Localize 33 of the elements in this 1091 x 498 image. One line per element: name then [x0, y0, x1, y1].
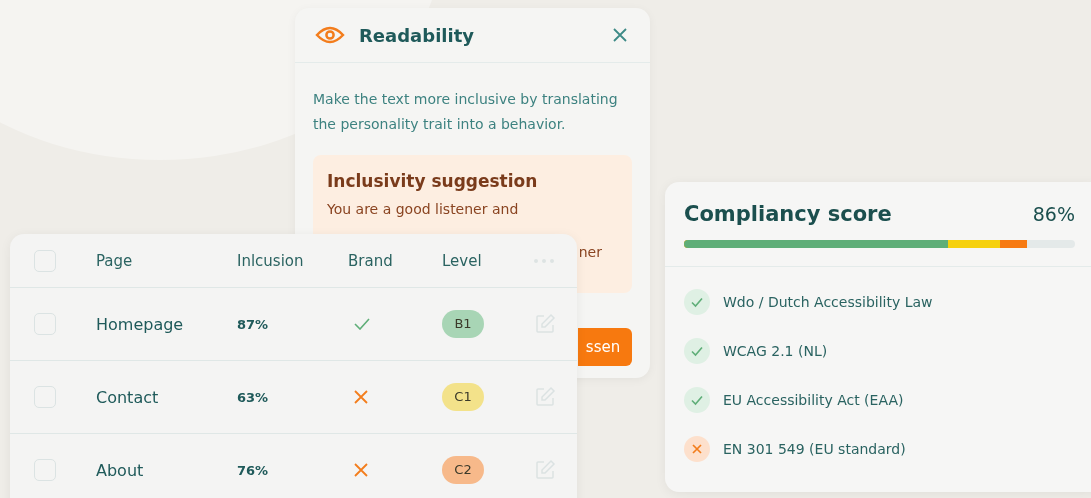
regulation-label: WCAG 2.1 (NL)	[723, 343, 828, 359]
column-header: Brand	[348, 251, 393, 270]
inclusion-score: 63%	[237, 389, 269, 405]
level-badge: C2	[442, 456, 484, 484]
regulation-label: Wdo / Dutch Accessibility Law	[723, 294, 933, 310]
suggestion-text: ner	[578, 244, 602, 260]
column-header: Page	[96, 251, 133, 270]
popup-title: Readability	[359, 24, 475, 46]
card-title: Compliancy score	[684, 202, 892, 226]
inclusion-score: 76%	[237, 462, 269, 478]
eye-icon	[315, 25, 345, 45]
regulation-label: EN 301 549 (EU standard)	[723, 441, 906, 457]
column-header: Level	[442, 251, 482, 270]
edit-icon[interactable]	[534, 386, 556, 408]
row-checkbox[interactable]	[34, 386, 56, 408]
level-badge: B1	[442, 310, 484, 338]
row-checkbox[interactable]	[34, 459, 56, 481]
popup-description: Make the text more inclusive by translating the personality trait into a behavior.	[313, 90, 619, 134]
page-name: Contact	[96, 387, 159, 407]
score-value: 86%	[1032, 203, 1075, 225]
suggestion-text: You are a good listener and	[327, 201, 520, 217]
suggestion-title: Inclusivity suggestion	[327, 171, 539, 191]
edit-icon[interactable]	[534, 459, 556, 481]
page-name: Homepage	[96, 314, 184, 334]
edit-icon[interactable]	[534, 313, 556, 335]
column-header: Inlcusion	[237, 251, 304, 270]
select-all-checkbox[interactable]	[34, 249, 56, 272]
level-badge: C1	[442, 383, 484, 411]
inclusion-score: 87%	[237, 316, 269, 332]
page-name: About	[96, 460, 144, 480]
row-checkbox[interactable]	[34, 313, 56, 335]
regulation-label: EU Accessibility Act (EAA)	[723, 392, 904, 408]
apply-button[interactable]: ssen	[578, 328, 632, 366]
